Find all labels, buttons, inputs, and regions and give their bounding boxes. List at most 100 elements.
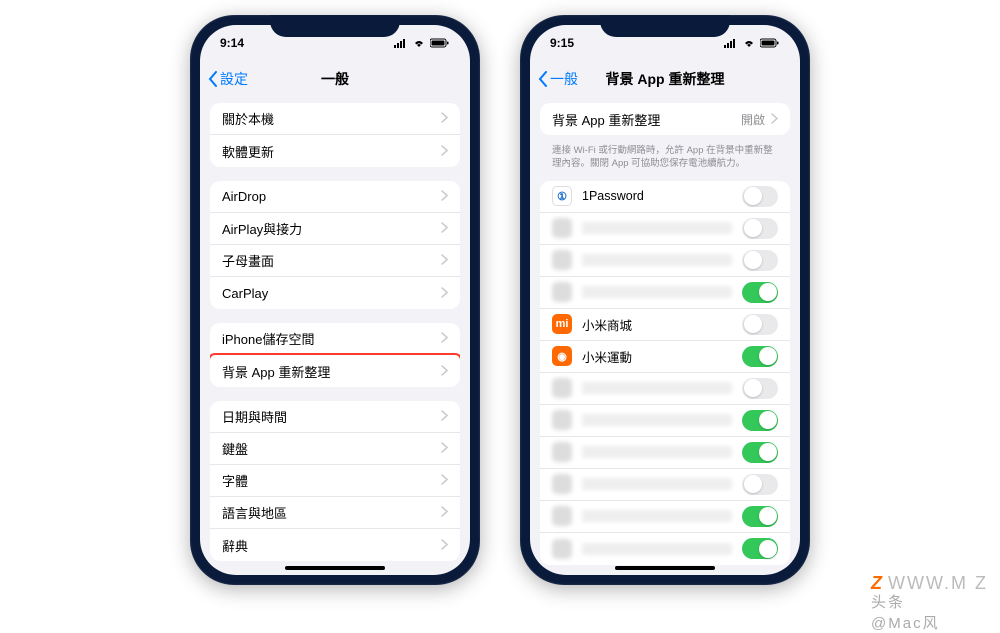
settings-group: 關於本機軟體更新 xyxy=(210,103,460,167)
app-icon xyxy=(552,539,572,559)
app-label: 小米運動 xyxy=(582,347,732,366)
back-label: 設定 xyxy=(220,69,248,89)
settings-row[interactable]: 日期與時間 xyxy=(210,401,460,433)
chevron-right-icon xyxy=(441,111,448,126)
settings-row[interactable]: 語言與地區 xyxy=(210,497,460,529)
footer-text: 連接 Wi-Fi 或行動網路時，允許 App 在背景中重新整理內容。關閉 App… xyxy=(540,139,790,181)
app-label xyxy=(582,414,732,426)
app-icon xyxy=(552,218,572,238)
signal-icon xyxy=(724,38,738,48)
settings-group: 日期與時間鍵盤字體語言與地區辭典 xyxy=(210,401,460,561)
back-button[interactable]: 設定 xyxy=(208,69,248,89)
back-button[interactable]: 一般 xyxy=(538,69,578,89)
settings-row[interactable]: 背景 App 重新整理 xyxy=(210,355,460,387)
row-label: 鍵盤 xyxy=(222,439,441,458)
settings-group: iPhone儲存空間背景 App 重新整理 xyxy=(210,323,460,387)
app-row xyxy=(540,405,790,437)
app-icon xyxy=(552,250,572,270)
app-icon xyxy=(552,442,572,462)
toggle-switch[interactable] xyxy=(742,186,778,207)
notch xyxy=(600,15,730,37)
chevron-right-icon xyxy=(441,144,448,159)
row-label: CarPlay xyxy=(222,286,441,301)
signal-icon xyxy=(394,38,408,48)
toggle-switch[interactable] xyxy=(742,442,778,463)
row-value: 開啟 xyxy=(741,111,765,128)
toggle-switch[interactable] xyxy=(742,250,778,271)
row-label: 背景 App 重新整理 xyxy=(552,110,741,129)
wifi-icon xyxy=(742,38,756,48)
app-label: 1Password xyxy=(582,189,732,203)
chevron-right-icon xyxy=(441,505,448,520)
toggle-switch[interactable] xyxy=(742,282,778,303)
home-indicator[interactable] xyxy=(285,566,385,570)
settings-row[interactable]: 軟體更新 xyxy=(210,135,460,167)
app-label xyxy=(582,382,732,394)
settings-row[interactable]: 關於本機 xyxy=(210,103,460,135)
settings-row[interactable]: 字體 xyxy=(210,465,460,497)
app-list: ① 1Password mi 小米商城 ◉ 小米運動 xyxy=(540,181,790,565)
row-label: 關於本機 xyxy=(222,109,441,128)
app-label xyxy=(582,510,732,522)
toggle-switch[interactable] xyxy=(742,506,778,527)
app-label xyxy=(582,478,732,490)
app-icon xyxy=(552,378,572,398)
settings-row[interactable]: AirDrop xyxy=(210,181,460,213)
chevron-right-icon xyxy=(441,286,448,301)
row-label: 日期與時間 xyxy=(222,407,441,426)
row-label: iPhone儲存空間 xyxy=(222,329,441,348)
bg-refresh-row[interactable]: 背景 App 重新整理 開啟 xyxy=(540,103,790,135)
app-label xyxy=(582,543,732,555)
settings-row[interactable]: AirPlay與接力 xyxy=(210,213,460,245)
watermark: Z WWW.M Z 头条@Mac风 xyxy=(871,573,988,594)
settings-row[interactable]: 辭典 xyxy=(210,529,460,561)
settings-row[interactable]: 鍵盤 xyxy=(210,433,460,465)
chevron-right-icon xyxy=(441,221,448,236)
row-label: 字體 xyxy=(222,471,441,490)
settings-group: AirDrop AirPlay與接力子母畫面 CarPlay xyxy=(210,181,460,309)
toggle-switch[interactable] xyxy=(742,218,778,239)
app-row: ◉ 小米運動 xyxy=(540,341,790,373)
app-icon: mi xyxy=(552,314,572,334)
wifi-icon xyxy=(412,38,426,48)
chevron-right-icon xyxy=(771,112,778,127)
nav-title: 一般 xyxy=(321,69,349,89)
app-row xyxy=(540,437,790,469)
row-label: AirPlay與接力 xyxy=(222,219,441,238)
row-label: 子母畫面 xyxy=(222,251,441,270)
app-row xyxy=(540,469,790,501)
app-icon xyxy=(552,282,572,302)
toggle-switch[interactable] xyxy=(742,410,778,431)
toggle-switch[interactable] xyxy=(742,346,778,367)
screen-right: 9:15 一般 背景 App 重新整理 背景 App 重新整理 開啟 xyxy=(530,25,800,575)
settings-row[interactable]: iPhone儲存空間 xyxy=(210,323,460,355)
chevron-left-icon xyxy=(538,71,548,87)
app-label: 小米商城 xyxy=(582,315,732,334)
app-icon xyxy=(552,410,572,430)
app-icon xyxy=(552,474,572,494)
app-row xyxy=(540,277,790,309)
screen-left: 9:14 設定 一般 關於本機軟體更新 AirDropAirPlay與接力子母畫… xyxy=(200,25,470,575)
toggle-switch[interactable] xyxy=(742,314,778,335)
app-icon: ◉ xyxy=(552,346,572,366)
toggle-switch[interactable] xyxy=(742,538,778,559)
row-label: 背景 App 重新整理 xyxy=(222,362,441,381)
home-indicator[interactable] xyxy=(615,566,715,570)
toggle-switch[interactable] xyxy=(742,474,778,495)
app-icon: ① xyxy=(552,186,572,206)
app-label xyxy=(582,446,732,458)
watermark-credit: 头条@Mac风 xyxy=(871,591,948,633)
row-label: AirDrop xyxy=(222,189,441,204)
back-label: 一般 xyxy=(550,69,578,89)
app-row xyxy=(540,213,790,245)
settings-row[interactable]: 子母畫面 xyxy=(210,245,460,277)
toggle-switch[interactable] xyxy=(742,378,778,399)
settings-row[interactable]: CarPlay xyxy=(210,277,460,309)
nav-bar: 設定 一般 xyxy=(200,61,470,97)
battery-icon xyxy=(430,38,450,48)
app-row xyxy=(540,533,790,565)
chevron-right-icon xyxy=(441,189,448,204)
row-label: 軟體更新 xyxy=(222,142,441,161)
phone-frame-left: 9:14 設定 一般 關於本機軟體更新 AirDropAirPlay與接力子母畫… xyxy=(190,15,480,585)
app-label xyxy=(582,254,732,266)
